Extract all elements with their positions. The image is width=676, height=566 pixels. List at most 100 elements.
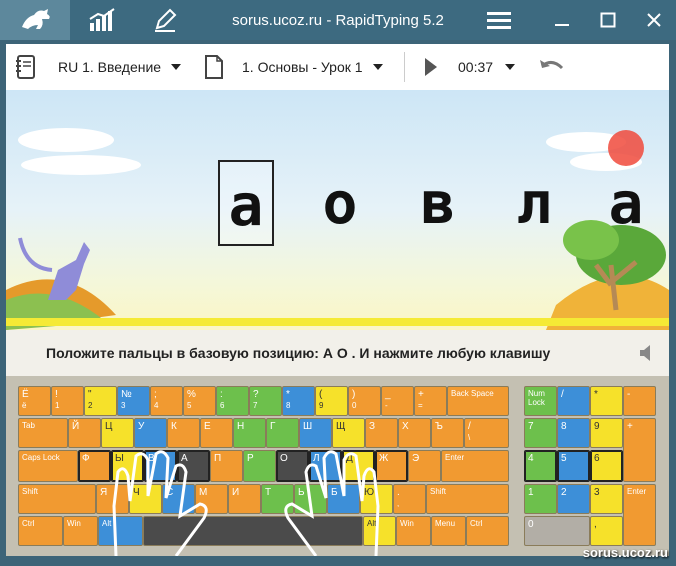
instruction-bar: Положите пальцы в базовую позицию: А О .… bbox=[6, 330, 669, 376]
language-label: RU 1. Введение bbox=[58, 59, 162, 75]
timer-value: 00:37 bbox=[458, 59, 494, 75]
sound-button[interactable] bbox=[638, 343, 656, 366]
key-num-minus[interactable]: - bbox=[623, 386, 656, 416]
key-j[interactable]: Й bbox=[68, 418, 101, 448]
minimize-button[interactable] bbox=[542, 0, 582, 40]
speaker-icon bbox=[640, 345, 650, 361]
toolbar: RU 1. Введение 1. Основы - Урок 1 00:37 bbox=[6, 44, 669, 90]
key-0[interactable]: ) 0 bbox=[348, 386, 381, 416]
key-num-enter[interactable]: Enter bbox=[623, 484, 656, 546]
key-ts[interactable]: Ц bbox=[101, 418, 134, 448]
key-8[interactable]: * 8 bbox=[282, 386, 315, 416]
key-equals[interactable]: + = bbox=[414, 386, 447, 416]
key-3[interactable]: № 3 bbox=[117, 386, 150, 416]
watermark: sorus.ucoz.ru bbox=[582, 545, 668, 560]
key-num-4[interactable]: 4 bbox=[524, 450, 557, 482]
exercise-letter: в bbox=[420, 169, 456, 237]
key-4[interactable]: ; 4 bbox=[150, 386, 183, 416]
exercise-letter: л bbox=[516, 169, 552, 237]
key-num-9[interactable]: 9 bbox=[590, 418, 623, 448]
key-z[interactable]: З bbox=[365, 418, 398, 448]
key-h[interactable]: Х bbox=[398, 418, 431, 448]
key-n[interactable]: Н bbox=[233, 418, 266, 448]
key-num-divide[interactable]: / bbox=[557, 386, 590, 416]
lesson-label: 1. Основы - Урок 1 bbox=[242, 59, 363, 75]
lesson-file-icon bbox=[204, 54, 224, 80]
key-num-7[interactable]: 7 bbox=[524, 418, 557, 448]
instruction-text: Положите пальцы в базовую позицию: А О .… bbox=[46, 345, 551, 361]
key-6[interactable]: :6 bbox=[216, 386, 249, 416]
key-e[interactable]: Е bbox=[200, 418, 233, 448]
key-num-0[interactable]: 0 bbox=[524, 516, 590, 546]
toolbar-divider bbox=[404, 52, 405, 82]
course-notebook-icon[interactable] bbox=[14, 54, 36, 80]
key-5[interactable]: % 5 bbox=[183, 386, 216, 416]
key-num-2[interactable]: 2 bbox=[557, 484, 590, 514]
exercise-letter: о bbox=[322, 169, 358, 237]
key-win-right[interactable]: Win bbox=[396, 516, 431, 546]
play-button[interactable] bbox=[424, 57, 438, 77]
key-minus[interactable]: _ - bbox=[381, 386, 414, 416]
key-e-reverse[interactable]: Э bbox=[408, 450, 441, 482]
key-enter[interactable]: Enter bbox=[441, 450, 509, 482]
key-backspace[interactable]: Back Space bbox=[447, 386, 509, 416]
menu-button[interactable] bbox=[476, 0, 522, 40]
kangaroo-icon bbox=[22, 9, 50, 29]
title-bar: sorus.ucoz.ru - RapidTyping 5.2 bbox=[0, 0, 676, 40]
key-7[interactable]: ? 7 bbox=[249, 386, 282, 416]
key-num-8[interactable]: 8 bbox=[557, 418, 590, 448]
key-g[interactable]: Г bbox=[266, 418, 299, 448]
key-num-3[interactable]: 3 bbox=[590, 484, 623, 514]
key-u[interactable]: У bbox=[134, 418, 167, 448]
key-ctrl-left[interactable]: Ctrl bbox=[18, 516, 63, 546]
key-num-comma[interactable]: , bbox=[590, 516, 623, 546]
exercise-letter: а bbox=[608, 169, 644, 237]
play-icon bbox=[425, 58, 437, 76]
undo-button[interactable] bbox=[538, 56, 566, 78]
hamburger-icon bbox=[487, 12, 511, 29]
key-2[interactable]: " 2 bbox=[84, 386, 117, 416]
virtual-keyboard: Ёё ! 1 " 2 № 3 ; 4 % 5 :6 ? 7 * 8 (9 ) 0 _ - + = B… bbox=[6, 376, 669, 556]
chevron-down-icon bbox=[171, 64, 182, 70]
undo-icon bbox=[540, 60, 564, 70]
pencil-icon bbox=[155, 8, 177, 32]
hands-overlay bbox=[112, 450, 380, 556]
key-num-lock[interactable]: Num Lock bbox=[524, 386, 557, 416]
key-period[interactable]: ., bbox=[393, 484, 426, 514]
minimize-icon bbox=[555, 24, 569, 26]
key-tab[interactable]: Tab bbox=[18, 418, 68, 448]
chevron-down-icon bbox=[372, 64, 383, 70]
bar-chart-icon bbox=[89, 8, 115, 31]
key-num-5[interactable]: 5 bbox=[557, 450, 590, 482]
key-win-left[interactable]: Win bbox=[63, 516, 98, 546]
key-sh[interactable]: Ш bbox=[299, 418, 332, 448]
key-hard-sign[interactable]: Ъ bbox=[431, 418, 464, 448]
language-dropdown[interactable]: RU 1. Введение bbox=[58, 59, 182, 75]
maximize-icon bbox=[600, 12, 616, 28]
key-num-1[interactable]: 1 bbox=[524, 484, 557, 514]
exercise-scene: а о в л а bbox=[6, 90, 669, 330]
key-ctrl-right[interactable]: Ctrl bbox=[466, 516, 509, 546]
tab-statistics[interactable] bbox=[78, 0, 128, 40]
key-menu[interactable]: Menu bbox=[431, 516, 466, 546]
chevron-down-icon bbox=[505, 64, 516, 70]
timer-dropdown[interactable]: 00:37 bbox=[458, 59, 516, 75]
key-num-6[interactable]: 6 bbox=[590, 450, 623, 482]
exercise-letter-current: а bbox=[218, 160, 274, 246]
key-yo[interactable]: Ёё bbox=[18, 386, 51, 416]
key-caps-lock[interactable]: Caps Lock bbox=[18, 450, 78, 482]
key-num-plus[interactable]: + bbox=[623, 418, 656, 482]
lesson-dropdown[interactable]: 1. Основы - Урок 1 bbox=[242, 59, 383, 75]
tab-typing[interactable] bbox=[0, 0, 70, 40]
key-9[interactable]: (9 bbox=[315, 386, 348, 416]
key-shift-left[interactable]: Shift bbox=[18, 484, 96, 514]
key-1[interactable]: ! 1 bbox=[51, 386, 84, 416]
key-shch[interactable]: Щ bbox=[332, 418, 365, 448]
maximize-button[interactable] bbox=[588, 0, 628, 40]
key-slash[interactable]: / \ bbox=[464, 418, 509, 448]
close-button[interactable] bbox=[634, 0, 674, 40]
key-k[interactable]: К bbox=[167, 418, 200, 448]
key-shift-right[interactable]: Shift bbox=[426, 484, 509, 514]
key-num-multiply[interactable]: * bbox=[590, 386, 623, 416]
tab-editor[interactable] bbox=[140, 0, 190, 40]
